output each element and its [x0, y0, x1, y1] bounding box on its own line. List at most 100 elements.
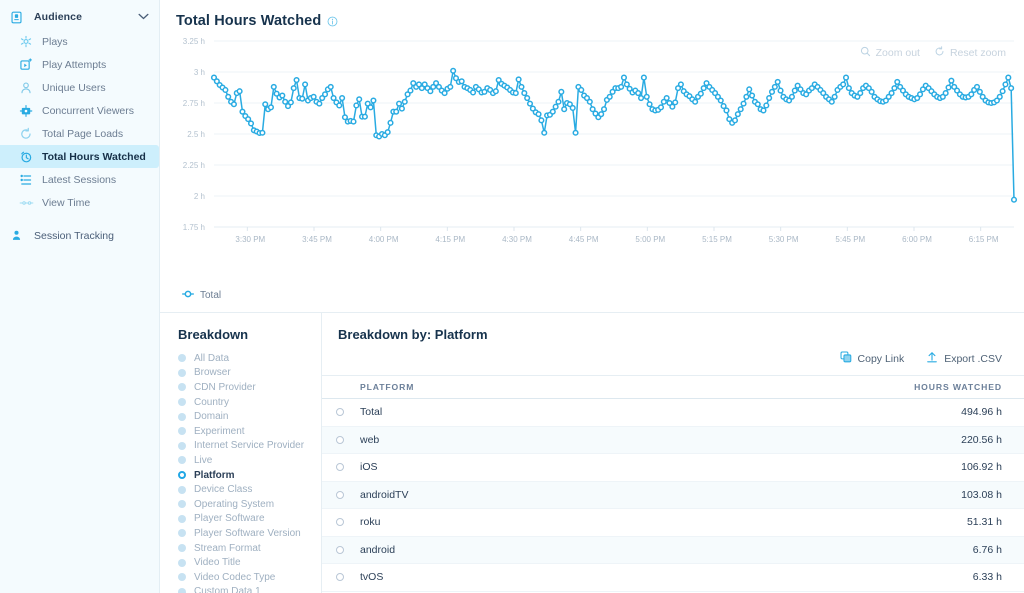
table-row[interactable]: android 6.76 h	[322, 536, 1024, 564]
table-row[interactable]: roku 51.31 h	[322, 509, 1024, 537]
breakdown-item[interactable]: Video Codec Type	[178, 570, 321, 585]
radio-icon	[178, 354, 186, 363]
table-header-hours-watched: HOURS WATCHED	[914, 382, 1002, 392]
breakdown-item[interactable]: Country	[178, 395, 321, 410]
view-time-icon	[18, 196, 34, 210]
svg-text:5:15 PM: 5:15 PM	[702, 235, 732, 244]
breakdown-item-label: Player Software Version	[194, 527, 301, 539]
radio-icon	[178, 412, 186, 421]
radio-icon[interactable]	[336, 490, 344, 499]
copy-link-button[interactable]: Copy Link	[840, 351, 905, 366]
sidebar-item-session-tracking[interactable]: Session Tracking	[0, 224, 159, 247]
radio-icon	[178, 529, 186, 538]
sidebar-item-unique-users[interactable]: Unique Users	[0, 76, 159, 99]
row-platform: android	[360, 543, 396, 556]
breakdown-by-title: Breakdown by: Platform	[338, 327, 488, 342]
sidebar-item-total-page-loads[interactable]: Total Page Loads	[0, 122, 159, 145]
breakdown-item[interactable]: Browser	[178, 366, 321, 381]
breakdown-item[interactable]: Operating System	[178, 497, 321, 512]
sidebar-item-label: Latest Sessions	[42, 173, 117, 186]
chevron-down-icon[interactable]	[138, 12, 149, 22]
upload-icon	[926, 351, 938, 366]
row-platform: iOS	[360, 461, 378, 474]
breakdown-item[interactable]: Custom Data 1	[178, 585, 321, 593]
svg-text:2.75 h: 2.75 h	[183, 99, 205, 108]
row-select-cell[interactable]	[336, 545, 360, 554]
row-select-cell[interactable]	[336, 463, 360, 472]
info-icon[interactable]	[327, 16, 338, 27]
row-select-cell[interactable]	[336, 518, 360, 527]
sidebar-item-latest-sessions[interactable]: Latest Sessions	[0, 168, 159, 191]
breakdown-item[interactable]: Platform	[178, 468, 321, 483]
radio-icon[interactable]	[336, 463, 344, 472]
breakdown-item[interactable]: CDN Provider	[178, 380, 321, 395]
radio-icon	[178, 398, 186, 407]
row-select-cell[interactable]	[336, 573, 360, 582]
breakdown-list: All Data Browser CDN Provider Country Domain…	[178, 351, 321, 593]
svg-text:4:30 PM: 4:30 PM	[502, 235, 532, 244]
breakdown-item[interactable]: Experiment	[178, 424, 321, 439]
breakdown-panel: Breakdown All Data Browser CDN Provider Cou…	[160, 313, 322, 593]
breakdown-item[interactable]: Video Title	[178, 555, 321, 570]
svg-text:1.75 h: 1.75 h	[183, 223, 205, 232]
breakdown-item-label: Operating System	[194, 498, 275, 510]
breakdown-item[interactable]: Live	[178, 453, 321, 468]
row-select-cell[interactable]	[336, 435, 360, 444]
row-platform: Total	[360, 406, 383, 419]
breakdown-item[interactable]: Domain	[178, 409, 321, 424]
sidebar-item-play-attempts[interactable]: Play Attempts	[0, 53, 159, 76]
sidebar-item-total-hours-watched[interactable]: Total Hours Watched	[0, 145, 159, 168]
breakdown-item[interactable]: Stream Format	[178, 541, 321, 556]
sidebar-item-label: Total Hours Watched	[42, 150, 146, 163]
breakdown-item-label: Stream Format	[194, 542, 261, 554]
list-icon	[18, 173, 34, 187]
sidebar-item-view-time[interactable]: View Time	[0, 191, 159, 214]
row-select-cell[interactable]	[336, 490, 360, 499]
sidebar: Audience Plays Play Attempts Unique User…	[0, 0, 160, 593]
radio-icon	[178, 500, 186, 509]
radio-icon	[178, 456, 186, 465]
chart-plot-area[interactable]: 1.75 h 2 h 2.25 h 2.5 h 2.75 h 3 h 3.25 h 3:30 …	[160, 29, 1024, 259]
sidebar-item-label: Concurrent Viewers	[42, 104, 135, 117]
table-row[interactable]: Total 494.96 h	[322, 399, 1024, 427]
breakdown-item[interactable]: Internet Service Provider	[178, 439, 321, 454]
page-title: Total Hours Watched	[176, 13, 322, 29]
breakdown-item[interactable]: All Data	[178, 351, 321, 366]
breakdown-item-label: Internet Service Provider	[194, 440, 305, 452]
series-marker-icon	[182, 289, 194, 302]
radio-icon[interactable]	[336, 435, 344, 444]
row-hours-watched: 106.92 h	[961, 461, 1002, 474]
breakdown-item[interactable]: Device Class	[178, 482, 321, 497]
table-row[interactable]: androidTV 103.08 h	[322, 481, 1024, 509]
row-platform: roku	[360, 516, 381, 529]
svg-text:4:45 PM: 4:45 PM	[569, 235, 599, 244]
table-row[interactable]: iOS 106.92 h	[322, 454, 1024, 482]
breakdown-item[interactable]: Player Software Version	[178, 526, 321, 541]
radio-icon[interactable]	[336, 408, 344, 417]
breakdown-item[interactable]: Player Software	[178, 512, 321, 527]
svg-text:4:15 PM: 4:15 PM	[435, 235, 465, 244]
row-select-cell[interactable]	[336, 408, 360, 417]
sidebar-item-label: Play Attempts	[42, 58, 107, 71]
svg-text:3:30 PM: 3:30 PM	[235, 235, 265, 244]
export-csv-button[interactable]: Export .CSV	[926, 351, 1002, 366]
radio-selected-icon	[178, 471, 186, 480]
svg-text:5:00 PM: 5:00 PM	[635, 235, 665, 244]
breakdown-item-label: CDN Provider	[194, 381, 256, 393]
svg-text:5:30 PM: 5:30 PM	[769, 235, 799, 244]
breakdown-main: Breakdown by: Platform Copy Link Export …	[322, 313, 1024, 593]
radio-icon	[178, 558, 186, 567]
copy-link-label: Copy Link	[857, 352, 905, 365]
line-chart[interactable]: 1.75 h 2 h 2.25 h 2.5 h 2.75 h 3 h 3.25 h 3:30 …	[160, 29, 1024, 259]
breakdown-item-label: Custom Data 1	[194, 586, 261, 593]
radio-icon[interactable]	[336, 518, 344, 527]
chart-legend: Total	[182, 289, 221, 302]
sidebar-item-concurrent-viewers[interactable]: Concurrent Viewers	[0, 99, 159, 122]
sidebar-group-audience[interactable]: Audience	[0, 4, 159, 30]
table-row[interactable]: tvOS 6.33 h	[322, 564, 1024, 592]
table-row[interactable]: web 220.56 h	[322, 426, 1024, 454]
radio-icon[interactable]	[336, 573, 344, 582]
sidebar-item-plays[interactable]: Plays	[0, 30, 159, 53]
radio-icon	[178, 587, 186, 593]
radio-icon[interactable]	[336, 545, 344, 554]
